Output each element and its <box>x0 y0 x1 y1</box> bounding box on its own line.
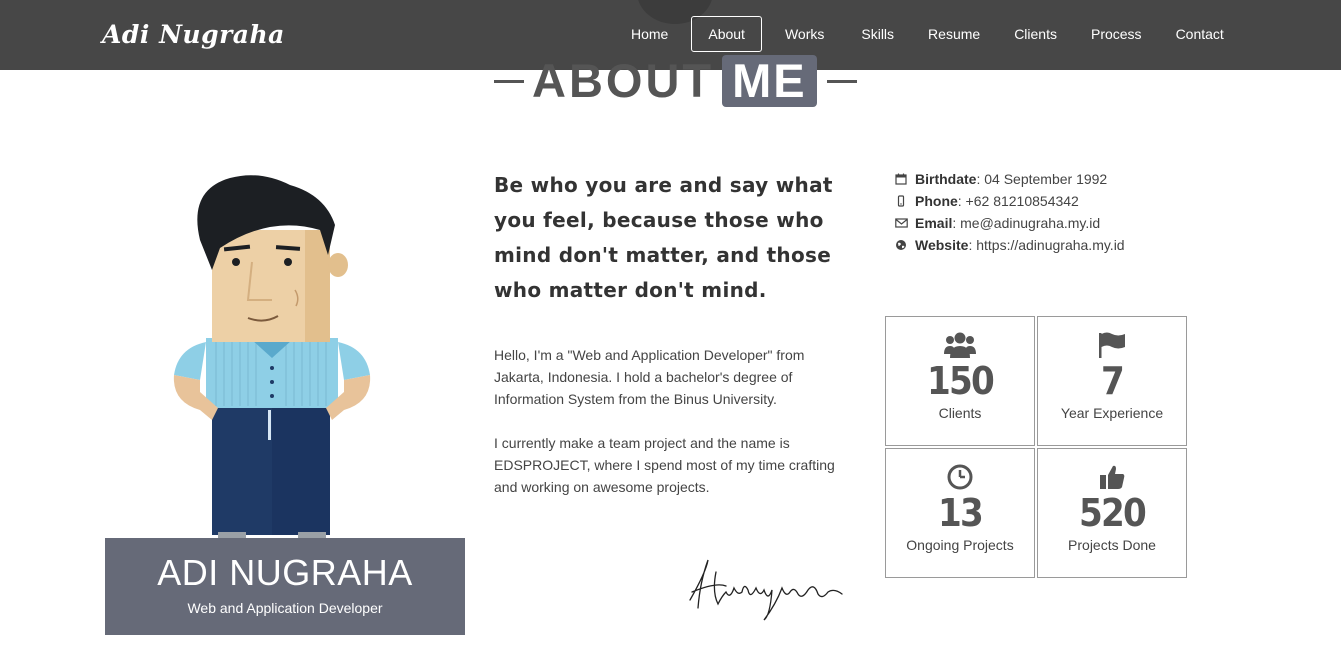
nav-works[interactable]: Works <box>768 16 841 52</box>
birthdate-label: Birthdate <box>915 171 977 187</box>
nav-process[interactable]: Process <box>1074 16 1159 52</box>
section-heading: ABOUT ME <box>494 55 857 107</box>
nav-menu: Home About Works Skills Resume Clients P… <box>614 16 1241 52</box>
stat-label: Year Experience <box>1060 405 1164 421</box>
stat-value: 13 <box>937 491 984 535</box>
clock-icon <box>886 461 1034 493</box>
stat-value: 520 <box>1078 491 1147 535</box>
phone-label: Phone <box>915 193 958 209</box>
stat-label: Projects Done <box>1068 537 1156 553</box>
thumbs-up-icon <box>1038 461 1186 493</box>
info-phone: Phone : +62 81210854342 <box>895 190 1125 212</box>
profile-name: ADI NUGRAHA <box>157 552 413 593</box>
users-icon <box>886 329 1034 361</box>
profile-role: Web and Application Developer <box>187 600 383 616</box>
stat-year-experience: 7 Year Experience <box>1037 316 1187 446</box>
envelope-icon <box>895 217 915 229</box>
bio-paragraph: I currently make a team project and the … <box>494 435 835 495</box>
stat-label: Clients <box>938 405 982 421</box>
stat-clients: 150 Clients <box>885 316 1035 446</box>
mobile-icon <box>895 195 915 207</box>
quote-text: Be who you are and say what you feel, be… <box>494 173 833 302</box>
heading-word: ABOUT <box>532 54 715 107</box>
nav-skills[interactable]: Skills <box>844 16 911 52</box>
nav-about[interactable]: About <box>691 16 762 52</box>
nav-clients[interactable]: Clients <box>997 16 1074 52</box>
info-email: Email : me@adinugraha.my.id <box>895 212 1125 234</box>
info-birthdate: Birthdate : 04 September 1992 <box>895 168 1125 190</box>
info-website: Website : https://adinugraha.my.id <box>895 234 1125 256</box>
contact-info: Birthdate : 04 September 1992 Phone : +6… <box>895 168 1125 256</box>
stat-value: 7 <box>1100 359 1125 403</box>
bio: Hello, I'm a "Web and Application Develo… <box>494 344 839 520</box>
phone-value: : +62 81210854342 <box>957 193 1079 209</box>
heading-highlight: ME <box>722 55 817 107</box>
stat-value: 150 <box>926 359 995 403</box>
nav-resume[interactable]: Resume <box>911 16 997 52</box>
bio-paragraph: Hello, I'm a "Web and Application Develo… <box>494 347 805 407</box>
avatar-illustration <box>173 175 371 540</box>
stat-ongoing-projects: 13 Ongoing Projects <box>885 448 1035 578</box>
flag-icon <box>1038 329 1186 361</box>
birthdate-value: : 04 September 1992 <box>976 171 1108 187</box>
stat-label: Ongoing Projects <box>906 537 1014 553</box>
profile-card: ADI NUGRAHA Web and Application Develope… <box>105 538 465 635</box>
website-value[interactable]: : https://adinugraha.my.id <box>968 234 1124 256</box>
heading-line-right <box>826 79 857 83</box>
email-label: Email <box>915 215 953 231</box>
signature-image <box>689 559 843 621</box>
email-value[interactable]: : me@adinugraha.my.id <box>952 212 1100 234</box>
brand-logo[interactable]: Adi Nugraha <box>102 20 285 49</box>
globe-icon <box>895 239 915 251</box>
heading-line-left <box>494 79 524 83</box>
website-label: Website <box>915 237 969 253</box>
calendar-icon <box>895 173 915 185</box>
nav-home[interactable]: Home <box>614 16 685 52</box>
stat-projects-done: 520 Projects Done <box>1037 448 1187 578</box>
nav-contact[interactable]: Contact <box>1159 16 1241 52</box>
